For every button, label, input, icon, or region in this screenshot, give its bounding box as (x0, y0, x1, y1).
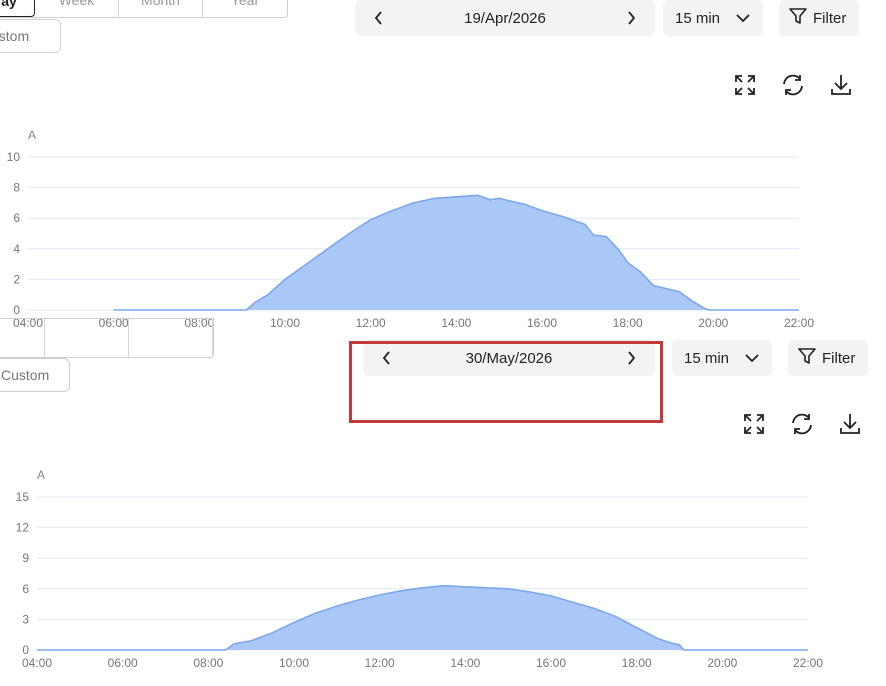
x-tick-label: 08:00 (193, 656, 223, 670)
y-tick-label: 12 (16, 521, 30, 535)
area-chart-1: 024681004:00 06:00 08:00 10:00 12:00 14:00 16:… (7, 150, 815, 330)
x-tick-label: 18:00 (613, 316, 643, 330)
y-tick-label: 0 (13, 303, 20, 317)
x-tick-label: 12:00 (356, 316, 386, 330)
x-tick-label: 06:00 (108, 656, 138, 670)
x-tick-label: 14:00 (450, 656, 480, 670)
y-tick-label: 8 (13, 181, 20, 195)
x-tick-label: 22:00 (784, 316, 814, 330)
x-tick-label: 22:00 (793, 656, 823, 670)
x-tick-label: 10:00 (279, 656, 309, 670)
y-tick-label: 6 (22, 582, 29, 596)
x-tick-label: 04:00 (22, 656, 52, 670)
y-tick-label: 10 (7, 150, 21, 164)
x-tick-label: 20:00 (707, 656, 737, 670)
y-tick-label: 3 (22, 612, 29, 626)
x-tick-label: 16:00 (536, 656, 566, 670)
y-tick-label: 2 (13, 272, 20, 286)
y-tick-label: 0 (22, 643, 29, 657)
y-tick-label: 6 (13, 211, 20, 225)
x-tick-label: 14:00 (441, 316, 471, 330)
area-chart-2: 0 3 6 9 12 15 04:00 06:00 08:00 10:00 12:00 14:00 16… (16, 490, 824, 670)
chart-panel-2: Custom 30/May/2026 15 min Filter A 0 3 6… (0, 318, 886, 686)
x-tick-label: 18:00 (622, 656, 652, 670)
y-tick-label: 15 (16, 490, 30, 504)
series-area (37, 585, 808, 650)
y-tick-label: 4 (13, 242, 20, 256)
x-tick-label: 16:00 (527, 316, 557, 330)
series-area (113, 195, 799, 310)
x-tick-label: 12:00 (365, 656, 395, 670)
x-tick-label: 10:00 (270, 316, 300, 330)
x-tick-label: 20:00 (698, 316, 728, 330)
chart-panel-1: ay Week Month Year ustom 19/Apr/2026 15 … (0, 0, 886, 340)
y-tick-label: 9 (22, 551, 29, 565)
